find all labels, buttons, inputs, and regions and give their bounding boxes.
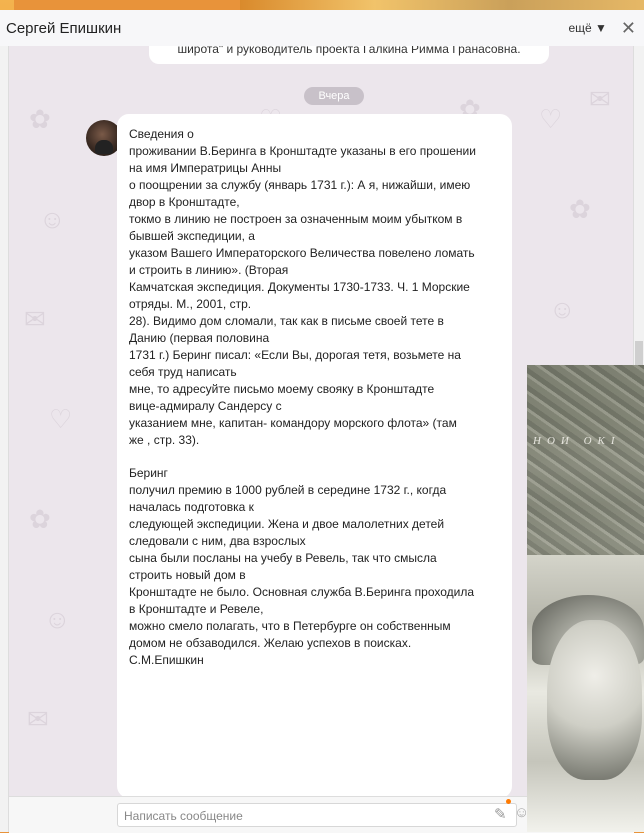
previous-message-text: широта" и руководитель проекта Галкина Р… bbox=[177, 46, 521, 56]
previous-message-bubble: широта" и руководитель проекта Галкина Р… bbox=[149, 46, 549, 64]
doodle-icon: ☺ bbox=[44, 604, 71, 634]
message-line: Кронштадте не было. Основная служба В.Бе… bbox=[129, 585, 475, 599]
date-divider: Вчера bbox=[304, 87, 364, 105]
message-line: следовали с ним, два взрослых bbox=[129, 534, 306, 548]
message-line: домом не обзаводился. Желаю успехов в по… bbox=[129, 636, 412, 650]
doodle-icon: ☺ bbox=[39, 204, 66, 234]
message-line: же , стр. 33). bbox=[129, 433, 200, 447]
doodle-icon: ✿ bbox=[29, 504, 51, 534]
message-line: проживании В.Беринга в Кронштадте указан… bbox=[129, 144, 476, 158]
doodle-icon: ✉ bbox=[27, 704, 49, 734]
message-line: мне, то адресуйте письмо моему свояку в … bbox=[129, 382, 435, 396]
message-line: токмо в линию не построен за означенным … bbox=[129, 212, 463, 226]
title-bar: Сергей Епишкин ещё ▼ ✕ bbox=[0, 10, 644, 47]
close-icon[interactable]: ✕ bbox=[621, 19, 636, 37]
paperclip-icon[interactable]: ✎ bbox=[494, 805, 507, 823]
message-line: в Кронштадте и Ревеле, bbox=[129, 602, 264, 616]
doodle-icon: ✿ bbox=[569, 194, 591, 224]
message-line: 1731 г.) Беринг писал: «Если Вы, дорогая… bbox=[129, 348, 461, 362]
message-line: двор в Кронштадте, bbox=[129, 195, 240, 209]
message-line: сына были посланы на учебу в Ревель, так… bbox=[129, 551, 437, 565]
map-text: НОИ ОКІ bbox=[533, 435, 621, 447]
title-actions: ещё ▼ ✕ bbox=[568, 19, 636, 37]
portrait-face bbox=[547, 620, 642, 780]
doodle-icon: ☺ bbox=[549, 294, 576, 324]
chat-title: Сергей Епишкин bbox=[6, 19, 122, 37]
message-line: бывшей экспедиции, а bbox=[129, 229, 255, 243]
message-line: указанием мне, капитан- командору морско… bbox=[129, 416, 457, 430]
message-line: С.М.Епишкин bbox=[129, 653, 204, 667]
doodle-icon: ✿ bbox=[29, 104, 51, 134]
message-line: себя труд написать bbox=[129, 365, 237, 379]
message-line: вице-адмиралу Сандерсу с bbox=[129, 399, 282, 413]
doodle-icon: ♡ bbox=[49, 404, 73, 434]
message-line: указом Вашего Императорского Величества … bbox=[129, 246, 475, 260]
message-line: Камчатская экспедиция. Документы 1730-17… bbox=[129, 280, 470, 294]
engraving-image: НОИ ОКІ bbox=[527, 365, 644, 832]
message-line: Сведения о bbox=[129, 127, 194, 141]
message-bubble: Сведения о проживании В.Беринга в Кроншта… bbox=[117, 114, 512, 798]
message-line: 28). Видимо дом сломали, так как в письм… bbox=[129, 314, 444, 328]
message-line: о поощрении за службу (январь 1731 г.): … bbox=[129, 178, 471, 192]
doodle-icon: ✉ bbox=[24, 304, 46, 334]
doodle-icon: ♡ bbox=[539, 104, 563, 134]
message-line: строить новый дом в bbox=[129, 568, 246, 582]
message-paragraph-2: Беринг получил премию в 1000 рублей в сер… bbox=[129, 465, 494, 669]
map-engraving bbox=[527, 365, 644, 555]
message-line: на имя Императрицы Анны bbox=[129, 161, 282, 175]
message-line: Данию (первая половина bbox=[129, 331, 270, 345]
message-line: можно смело полагать, что в Петербурге о… bbox=[129, 619, 451, 633]
more-button[interactable]: ещё ▼ bbox=[568, 21, 606, 35]
message-line: Беринг bbox=[129, 466, 168, 480]
message-line: началась подготовка к bbox=[129, 500, 254, 514]
message-line: получил премию в 1000 рублей в середине … bbox=[129, 483, 447, 497]
message-line: следующей экспедиции. Жена и двое малоле… bbox=[129, 517, 445, 531]
message-line: и строить в линию». (Вторая bbox=[129, 263, 289, 277]
message-paragraph-1: Сведения о проживании В.Беринга в Кроншта… bbox=[129, 126, 494, 449]
doodle-icon: ✉ bbox=[589, 84, 611, 114]
message-line: отряды. М., 2001, стр. bbox=[129, 297, 252, 311]
notification-dot bbox=[506, 799, 511, 804]
left-scroll-edge bbox=[0, 46, 9, 832]
message-input[interactable]: Написать сообщение bbox=[117, 803, 517, 827]
